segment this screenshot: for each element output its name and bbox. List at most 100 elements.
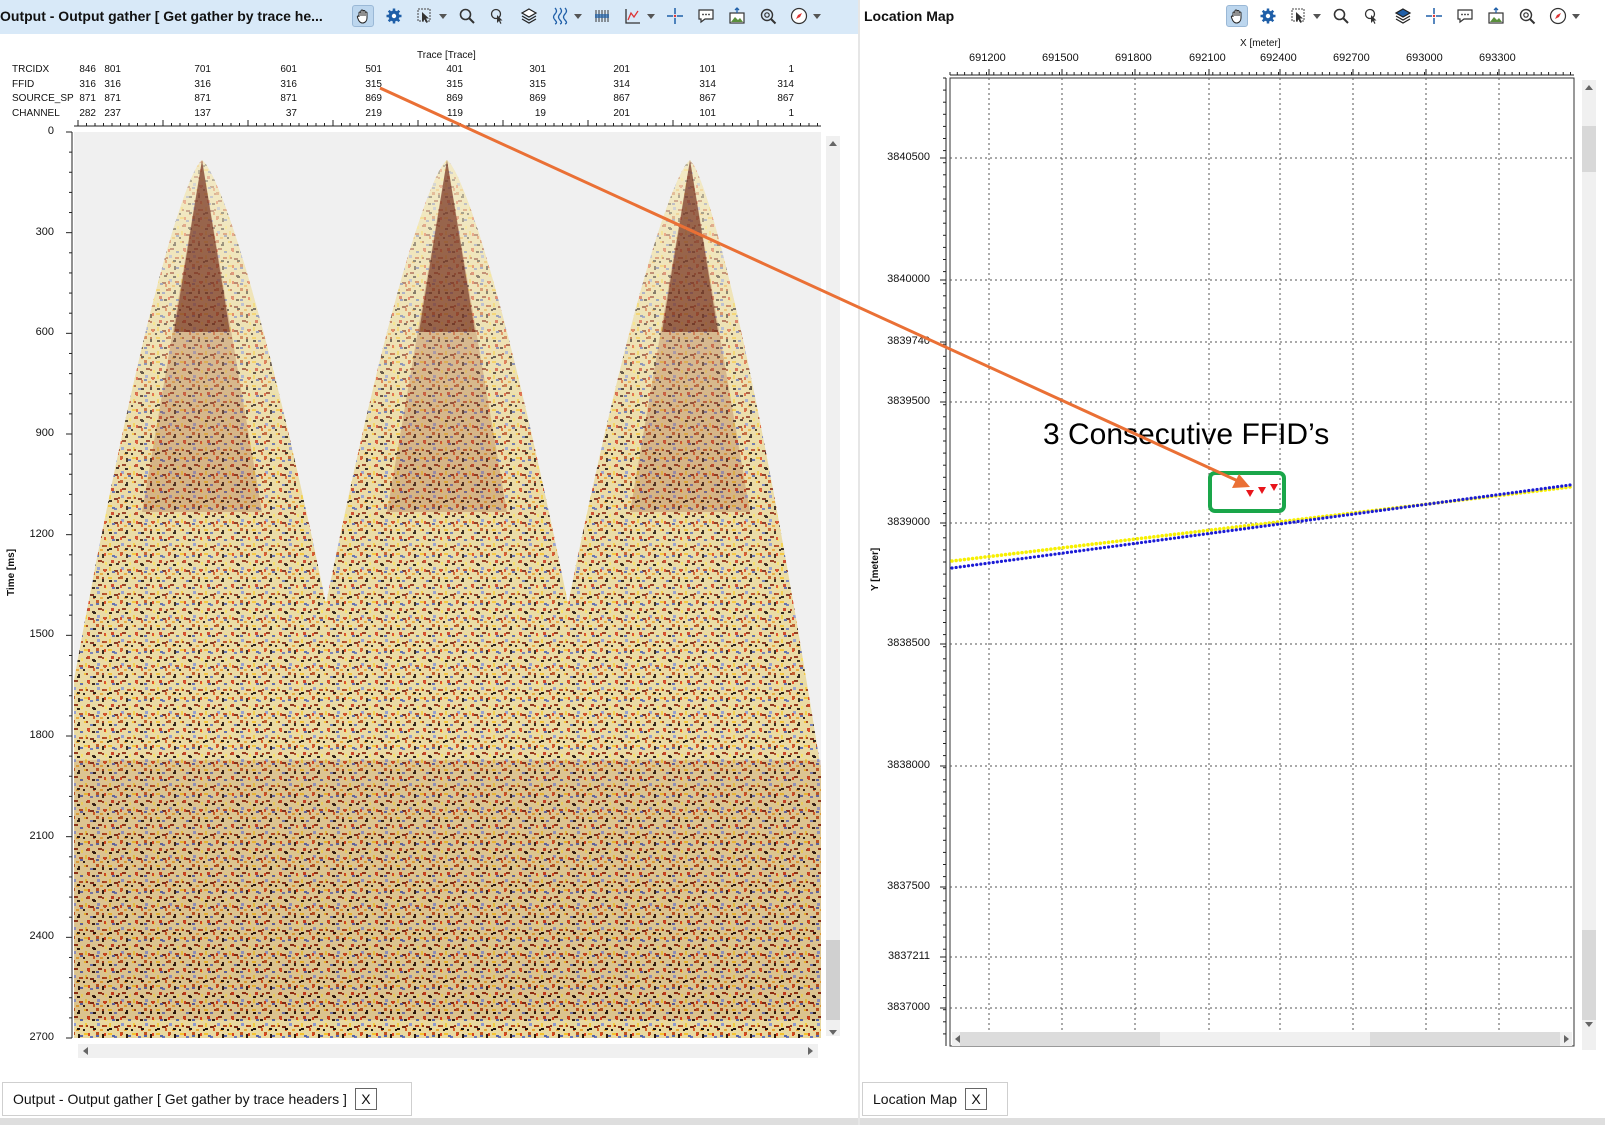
header-cell: 314 xyxy=(613,78,630,90)
header-cell: 315 xyxy=(446,78,463,90)
header-cell: 316 xyxy=(104,78,121,90)
header-cell: 237 xyxy=(104,107,121,119)
map-title-bar: Location Map xyxy=(860,0,1605,34)
time-axis-ticks xyxy=(66,131,72,1039)
header-display-icon[interactable] xyxy=(591,5,613,27)
header-cell: 37 xyxy=(285,107,297,119)
header-cell: 701 xyxy=(194,64,211,75)
gather-tab-close-button[interactable]: X xyxy=(354,1088,377,1110)
pan-hand-icon[interactable] xyxy=(352,5,374,27)
gather-vertical-scroll-thumb[interactable] xyxy=(826,940,840,1020)
map-horizontal-scroll-thumb-left[interactable] xyxy=(960,1032,1160,1046)
gather-toolbar xyxy=(352,5,821,27)
spectrum-dropdown-caret-icon[interactable] xyxy=(647,13,655,19)
header-cell: 119 xyxy=(447,107,463,119)
map-frame xyxy=(949,77,1575,1047)
crosshair-icon[interactable] xyxy=(1423,5,1445,27)
settings-gear-icon[interactable] xyxy=(383,5,405,27)
zoom-magnifier-icon[interactable] xyxy=(456,5,478,27)
header-cell: 316 xyxy=(194,78,211,90)
location-map-tab-label: Location Map xyxy=(873,1091,958,1107)
map-toolbar xyxy=(1226,5,1580,27)
header-cell: 867 xyxy=(699,93,716,104)
gather-window-title: Output - Output gather [ Get gather by t… xyxy=(0,8,323,24)
map-window-title: Location Map xyxy=(864,8,955,24)
map-vertical-scrollbar[interactable] xyxy=(1582,80,1596,1050)
comment-icon[interactable] xyxy=(1454,5,1476,27)
header-cell: 869 xyxy=(446,93,463,104)
compass-dropdown-caret-icon[interactable] xyxy=(1572,13,1580,19)
header-cell: 501 xyxy=(365,64,382,75)
header-cell: 219 xyxy=(365,107,382,119)
header-cell: 869 xyxy=(529,93,546,104)
wiggle-dropdown-caret-icon[interactable] xyxy=(574,13,582,19)
time-tick-label: 900 xyxy=(35,427,54,439)
pan-hand-icon[interactable] xyxy=(1226,5,1248,27)
map-vertical-scroll-thumb-bottom[interactable] xyxy=(1582,930,1596,1020)
select-cursor-icon[interactable] xyxy=(1288,5,1310,27)
header-cell: 201 xyxy=(613,107,630,119)
location-map-plot[interactable] xyxy=(860,60,1605,1070)
compass-icon[interactable] xyxy=(1547,5,1569,27)
pick-tool-icon[interactable] xyxy=(487,5,509,27)
gather-traces xyxy=(74,160,821,1038)
location-map-tab-close-button[interactable]: X xyxy=(965,1088,988,1110)
header-cell: 1 xyxy=(788,64,794,75)
seismic-gather-panel: Output - Output gather [ Get gather by t… xyxy=(0,0,858,1125)
pick-tool-icon[interactable] xyxy=(1361,5,1383,27)
compass-dropdown-caret-icon[interactable] xyxy=(813,13,821,19)
location-map-tab[interactable]: Location Map X xyxy=(862,1082,1008,1116)
trace-axis-ticks xyxy=(77,120,818,126)
location-map-panel: Location Map X [meter] 691200 691500 691… xyxy=(860,0,1605,1125)
header-row-label: SOURCE_SP xyxy=(12,93,74,104)
header-cell: 301 xyxy=(529,64,546,75)
header-cell: 201 xyxy=(613,64,630,75)
zoom-fit-icon[interactable] xyxy=(1516,5,1538,27)
time-tick-label: 2400 xyxy=(29,930,54,943)
header-cell: 101 xyxy=(699,64,716,75)
header-cell: 801 xyxy=(104,64,121,75)
map-horizontal-scroll-thumb-right[interactable] xyxy=(1370,1032,1560,1046)
comment-icon[interactable] xyxy=(695,5,717,27)
header-cell: 867 xyxy=(613,93,630,104)
map-vertical-scroll-thumb-top[interactable] xyxy=(1582,126,1596,172)
zoom-fit-icon[interactable] xyxy=(757,5,779,27)
time-tick-label: 2100 xyxy=(29,829,54,842)
gather-vertical-scrollbar[interactable] xyxy=(826,136,840,1036)
header-cell: 314 xyxy=(699,78,716,90)
settings-gear-icon[interactable] xyxy=(1257,5,1279,27)
layers-icon[interactable] xyxy=(1392,5,1414,27)
layers-icon[interactable] xyxy=(518,5,540,27)
seismic-gather-plot[interactable] xyxy=(0,120,858,1080)
export-image-icon[interactable] xyxy=(1485,5,1507,27)
header-row-label: TRCIDX xyxy=(12,64,50,75)
header-cell: 314 xyxy=(777,78,794,90)
time-tick-label: 1800 xyxy=(29,729,54,741)
consecutive-ffid-annotation: 3 Consecutive FFID’s xyxy=(1043,418,1330,451)
compass-icon[interactable] xyxy=(788,5,810,27)
spectrum-icon[interactable] xyxy=(622,5,644,27)
select-dropdown-caret-icon[interactable] xyxy=(439,13,447,19)
gather-tab-label: Output - Output gather [ Get gather by t… xyxy=(13,1091,347,1107)
header-row-label: CHANNEL xyxy=(12,107,60,119)
select-cursor-icon[interactable] xyxy=(414,5,436,27)
time-axis-title: Time [ms] xyxy=(6,548,17,596)
header-cell: 867 xyxy=(777,93,794,104)
header-cell: 101 xyxy=(699,107,716,119)
zoom-magnifier-icon[interactable] xyxy=(1330,5,1352,27)
time-tick-label: 2700 xyxy=(29,1031,54,1043)
time-tick-label: 600 xyxy=(35,326,54,339)
time-tick-label: 300 xyxy=(35,225,54,238)
gather-status-strip xyxy=(0,1118,858,1125)
wiggle-icon[interactable] xyxy=(549,5,571,27)
select-dropdown-caret-icon[interactable] xyxy=(1313,13,1321,19)
gather-title-bar: Output - Output gather [ Get gather by t… xyxy=(0,0,858,34)
gather-horizontal-scrollbar[interactable] xyxy=(78,1044,818,1058)
gather-tab[interactable]: Output - Output gather [ Get gather by t… xyxy=(2,1082,412,1116)
time-tick-label: 1500 xyxy=(29,628,54,641)
header-cell: 315 xyxy=(529,78,546,90)
crosshair-icon[interactable] xyxy=(664,5,686,27)
time-tick-label: 0 xyxy=(47,125,54,137)
header-cell: 401 xyxy=(446,64,463,75)
export-image-icon[interactable] xyxy=(726,5,748,27)
